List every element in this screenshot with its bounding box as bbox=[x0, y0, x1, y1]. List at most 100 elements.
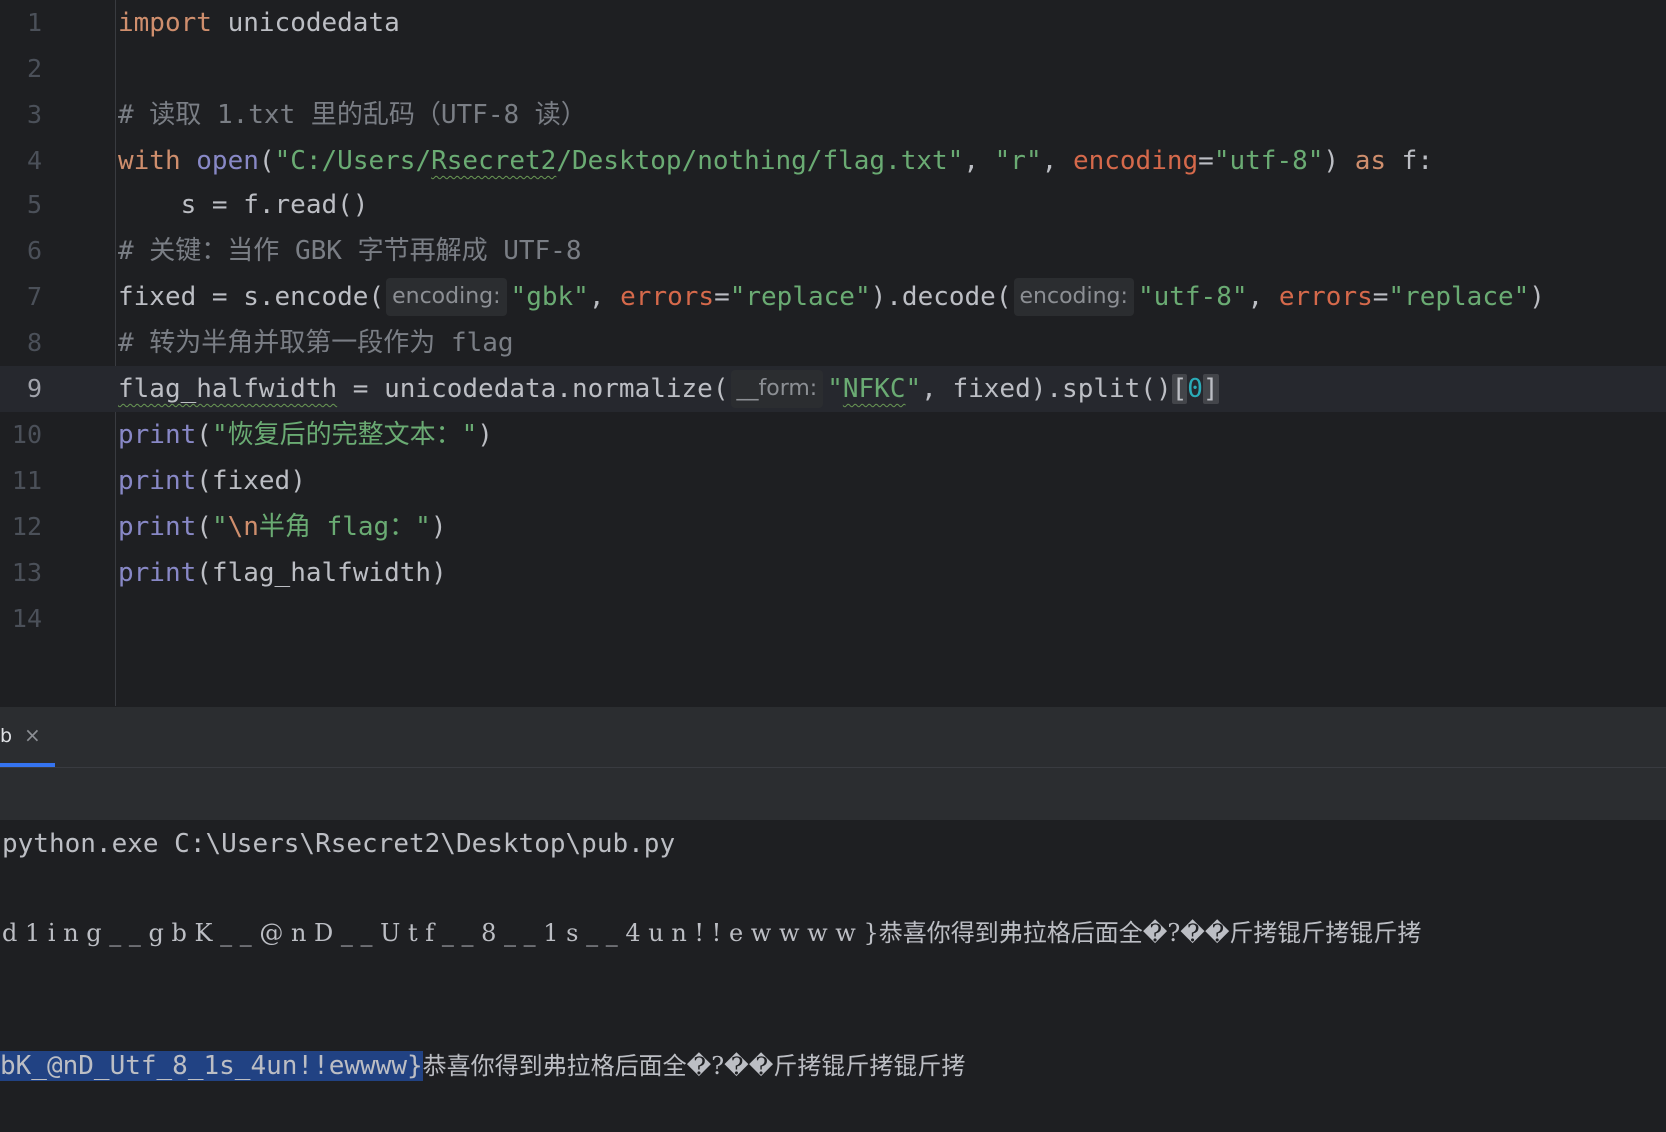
code-part: , fixed).split() bbox=[921, 374, 1172, 404]
builtin-print: print bbox=[118, 420, 197, 450]
code-line[interactable]: 10 print("恢复后的完整文本：") bbox=[0, 412, 1666, 458]
code-line[interactable]: 8 # 转为半角并取第一段作为 flag bbox=[0, 320, 1666, 366]
gbk-string: "gbk" bbox=[510, 282, 589, 312]
line-number: 4 bbox=[26, 146, 42, 175]
code-editor[interactable]: 1 import unicodedata 2 3 # 读取 1.txt 里的乱码… bbox=[0, 0, 1666, 706]
encoding-string: "utf-8" bbox=[1213, 146, 1324, 176]
bracket-match: ] bbox=[1202, 374, 1219, 404]
string-literal: 半角 flag：" bbox=[258, 512, 431, 542]
builtin-open: open bbox=[196, 146, 259, 176]
path-string: "C:/Users/Rsecret2/Desktop/nothing/flag.… bbox=[275, 146, 964, 176]
run-tab-label[interactable]: b bbox=[0, 725, 12, 747]
param-errors: errors bbox=[620, 282, 715, 312]
code-text[interactable]: flag_halfwidth = unicodedata.normalize(_… bbox=[118, 366, 1219, 412]
code-line-current[interactable]: 9 flag_halfwidth = unicodedata.normalize… bbox=[0, 366, 1666, 412]
builtin-print: print bbox=[118, 466, 197, 496]
run-toolbar bbox=[0, 767, 1666, 820]
code-part: = unicodedata.normalize( bbox=[337, 374, 729, 404]
line-number: 14 bbox=[11, 604, 42, 633]
flag-tail-text[interactable]: 恭喜你得到弗拉格后面全�?��斤拷锟斤拷锟斤拷 bbox=[423, 1052, 966, 1080]
paren: ( bbox=[196, 512, 212, 542]
code-text[interactable]: print("\n半角 flag：") bbox=[118, 504, 446, 550]
equals: = bbox=[714, 282, 730, 312]
line-number: 9 bbox=[26, 374, 42, 403]
code-text[interactable]: print(flag_halfwidth) bbox=[118, 550, 447, 596]
nfkc-string: "NFKC" bbox=[827, 374, 921, 404]
code-part: ).decode( bbox=[870, 282, 1012, 312]
replace-string: "replace" bbox=[1388, 282, 1530, 312]
run-tab-bar: b × bbox=[0, 706, 1666, 767]
line-number: 7 bbox=[26, 282, 42, 311]
line-number: 13 bbox=[11, 558, 42, 587]
code-line[interactable]: 12 print("\n半角 flag：") bbox=[0, 504, 1666, 550]
path-part: "C:/Users/ bbox=[274, 146, 432, 176]
line-number: 1 bbox=[26, 8, 42, 37]
comment[interactable]: # 读取 1.txt 里的乱码（UTF-8 读） bbox=[118, 92, 587, 138]
line-number: 3 bbox=[26, 100, 42, 129]
paren: ) bbox=[430, 512, 447, 542]
line-number: 10 bbox=[11, 420, 42, 449]
keyword-as: as bbox=[1354, 146, 1387, 176]
code-part: (fixed) bbox=[196, 466, 306, 496]
bracket-match: [ bbox=[1171, 374, 1188, 404]
comma: , bbox=[1041, 146, 1073, 176]
builtin-print: print bbox=[118, 512, 197, 542]
string-literal: "恢复后的完整文本：" bbox=[211, 420, 478, 450]
line-number: 12 bbox=[11, 512, 42, 541]
comma: , bbox=[1247, 282, 1279, 312]
code-text[interactable]: with open("C:/Users/Rsecret2/Desktop/not… bbox=[118, 138, 1433, 184]
paren: ) bbox=[1323, 146, 1355, 176]
quote: " bbox=[211, 512, 228, 542]
code-text[interactable]: import unicodedata bbox=[118, 0, 400, 46]
selected-flag-text[interactable]: bK_@nD_Utf_8_1s_4un!!ewwww} bbox=[0, 1051, 423, 1081]
run-tab[interactable]: b × bbox=[0, 707, 55, 767]
code-text[interactable]: fixed = s.encode(encoding: "gbk", errors=… bbox=[118, 274, 1545, 320]
builtin-print: print bbox=[118, 558, 197, 588]
param-errors: errors bbox=[1278, 282, 1373, 312]
paren: ( bbox=[258, 146, 275, 176]
paren: ) bbox=[1529, 282, 1545, 312]
console-output-full-text[interactable]: d 1 i n g _ _ g b K _ _ @ n D _ _ U t f … bbox=[2, 913, 1421, 953]
code-line[interactable]: 11 print(fixed) bbox=[0, 458, 1666, 504]
code-line[interactable]: 6 # 关键：当作 GBK 字节再解成 UTF-8 bbox=[0, 228, 1666, 274]
index-number: 0 bbox=[1187, 374, 1203, 404]
inlay-hint: encoding: bbox=[386, 278, 507, 316]
comment[interactable]: # 转为半角并取第一段作为 flag bbox=[118, 320, 514, 366]
code-part: fixed = s.encode( bbox=[118, 282, 385, 312]
equals: = bbox=[1372, 282, 1389, 312]
alias: f: bbox=[1386, 146, 1433, 176]
code-line[interactable]: 1 import unicodedata bbox=[0, 0, 1666, 46]
line-number: 8 bbox=[26, 328, 42, 357]
keyword-with: with bbox=[118, 146, 181, 176]
code-line[interactable]: 14 bbox=[0, 596, 1666, 642]
code-part: (flag_halfwidth) bbox=[196, 558, 447, 588]
run-panel: b × python.exe C:\Users\Rsecret2\Desktop… bbox=[0, 706, 1666, 1132]
code-line[interactable]: 13 print(flag_halfwidth) bbox=[0, 550, 1666, 596]
comma: , bbox=[588, 282, 621, 312]
code-text[interactable]: s = f.read() bbox=[118, 182, 369, 228]
console-command-line[interactable]: python.exe C:\Users\Rsecret2\Desktop\pub… bbox=[2, 824, 675, 864]
code-line[interactable]: 5 s = f.read() bbox=[0, 182, 1666, 228]
comment[interactable]: # 关键：当作 GBK 字节再解成 UTF-8 bbox=[118, 228, 582, 274]
variable-flag-halfwidth: flag_halfwidth bbox=[118, 374, 338, 404]
code-line[interactable]: 4 with open("C:/Users/Rsecret2/Desktop/n… bbox=[0, 138, 1666, 184]
line-number: 2 bbox=[26, 54, 42, 83]
code-line[interactable]: 7 fixed = s.encode(encoding: "gbk", error… bbox=[0, 274, 1666, 320]
comma: , bbox=[963, 146, 995, 176]
paren: ) bbox=[477, 420, 493, 450]
code-text[interactable]: print(fixed) bbox=[118, 458, 306, 504]
replace-string: "replace" bbox=[729, 282, 871, 312]
quote: " bbox=[905, 374, 922, 404]
console-output-flag[interactable]: bK_@nD_Utf_8_1s_4un!!ewwww}恭喜你得到弗拉格后面全�?… bbox=[0, 1046, 965, 1086]
line-number: 6 bbox=[26, 236, 42, 265]
close-icon[interactable]: × bbox=[24, 723, 41, 747]
escape-sequence: \n bbox=[227, 512, 259, 542]
quote: " bbox=[827, 374, 843, 404]
path-rest: /Desktop/nothing/flag.txt" bbox=[556, 146, 964, 176]
param-encoding: encoding bbox=[1072, 146, 1199, 176]
keyword: import bbox=[118, 8, 212, 38]
code-text[interactable]: print("恢复后的完整文本：") bbox=[118, 412, 493, 458]
code-line[interactable]: 2 bbox=[0, 46, 1666, 92]
code-line[interactable]: 3 # 读取 1.txt 里的乱码（UTF-8 读） bbox=[0, 92, 1666, 138]
module-name: unicodedata bbox=[211, 8, 400, 38]
